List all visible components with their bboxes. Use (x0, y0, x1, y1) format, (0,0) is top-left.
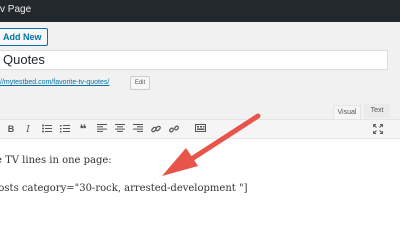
tab-text[interactable]: Text (364, 104, 390, 118)
fullscreen-icon[interactable] (371, 122, 385, 136)
permalink-link[interactable]: //mytestbed.com/favorite-tv-quotes/ (0, 79, 109, 86)
toolbar-toggle-icon[interactable] (193, 122, 207, 136)
blockquote-icon[interactable]: ❝ (76, 122, 90, 136)
italic-icon[interactable]: I (21, 122, 35, 136)
link-icon[interactable] (149, 122, 163, 136)
align-right-icon[interactable] (131, 122, 145, 136)
align-left-icon[interactable] (95, 122, 109, 136)
post-title-input[interactable]: Quotes (0, 50, 388, 70)
admin-bar: v Page (0, 0, 400, 22)
editor-content-area[interactable]: te TV lines in one page: posts category=… (0, 139, 400, 240)
unlink-icon[interactable] (167, 122, 181, 136)
bullet-list-icon[interactable] (40, 122, 54, 136)
align-center-icon[interactable] (113, 122, 127, 136)
numbered-list-icon[interactable] (58, 122, 72, 136)
admin-bar-page-label[interactable]: v Page (0, 4, 31, 15)
editor-toolbar: B I ❝ (0, 119, 400, 139)
content-line: te TV lines in one page: (0, 155, 112, 166)
content-shortcode-line: posts category="30-rock, arrested-develo… (0, 183, 248, 194)
bold-icon[interactable]: B (4, 122, 18, 136)
permalink-edit-button[interactable]: Edit (130, 76, 150, 90)
tab-visual[interactable]: Visual (333, 105, 361, 119)
add-new-button[interactable]: Add New (0, 28, 48, 46)
